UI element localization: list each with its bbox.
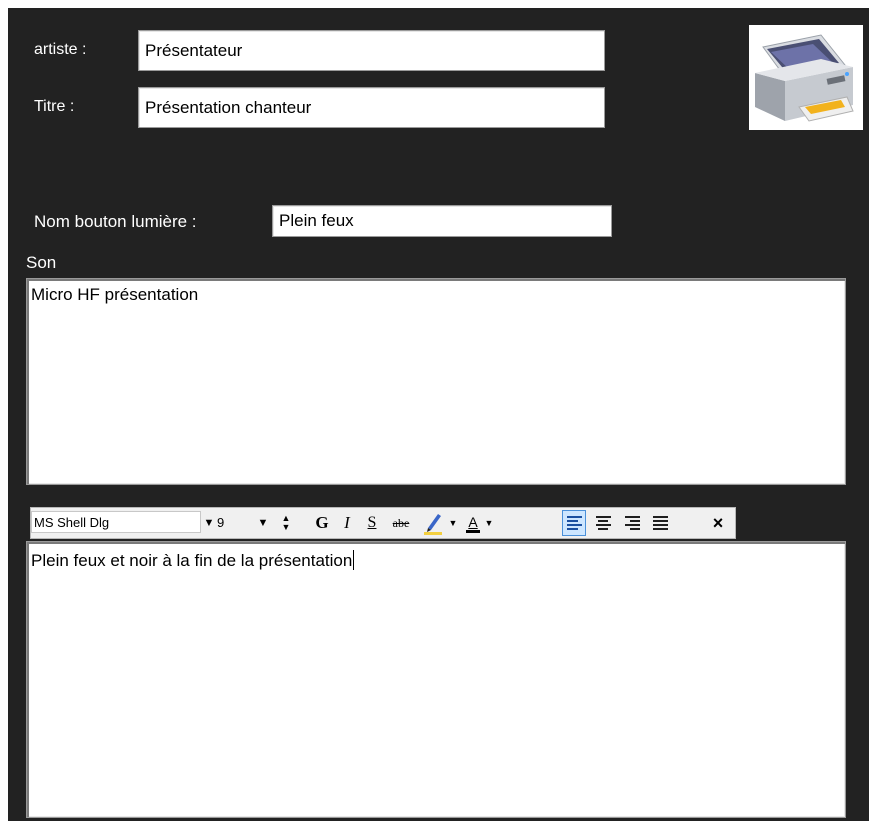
text-color-dropdown-icon[interactable]: ▼ <box>483 508 495 538</box>
bold-button[interactable]: G <box>311 508 333 538</box>
font-name-dropdown-icon[interactable]: ▼ <box>203 508 215 538</box>
notes-text: Plein feux et noir à la fin de la présen… <box>31 551 353 570</box>
font-name-select[interactable]: MS Shell Dlg <box>31 511 201 533</box>
notes-editor[interactable]: Plein feux et noir à la fin de la présen… <box>26 541 846 818</box>
formatting-toolbar: MS Shell Dlg ▼ 9 ▼ ▲ ▼ G I S abe ▼ A ▼ × <box>30 507 736 539</box>
font-size-spin-icon[interactable]: ▲ ▼ <box>279 508 293 538</box>
text-cursor <box>353 550 355 570</box>
align-right-icon <box>624 516 640 530</box>
align-center-icon <box>595 516 611 530</box>
font-size-dropdown-icon[interactable]: ▼ <box>257 508 269 538</box>
light-button-label: Nom bouton lumière : <box>34 212 197 231</box>
light-button-input[interactable]: Plein feux <box>272 205 612 237</box>
underline-button[interactable]: S <box>361 508 383 538</box>
align-left-icon <box>566 516 582 530</box>
highlight-button[interactable] <box>419 508 447 538</box>
text-color-glyph: A <box>468 513 478 530</box>
italic-button[interactable]: I <box>336 508 358 538</box>
justify-button[interactable] <box>648 508 672 538</box>
highlighter-icon <box>424 514 442 535</box>
printer-icon <box>755 34 854 122</box>
text-color-button[interactable]: A <box>463 508 483 538</box>
font-size-select[interactable]: 9 <box>215 511 249 533</box>
align-center-button[interactable] <box>591 508 615 538</box>
sound-label: Son <box>26 253 57 272</box>
justify-icon <box>652 516 668 530</box>
sound-text: Micro HF présentation <box>31 285 199 304</box>
align-left-button[interactable] <box>562 510 586 536</box>
title-input[interactable]: Présentation chanteur <box>138 87 605 128</box>
title-label: Titre : <box>34 98 75 115</box>
sound-textarea[interactable]: Micro HF présentation <box>26 278 846 485</box>
align-right-button[interactable] <box>620 508 644 538</box>
printer-button[interactable] <box>749 25 863 130</box>
clear-format-button[interactable]: × <box>707 508 729 538</box>
artist-label: artiste : <box>34 41 87 58</box>
highlight-dropdown-icon[interactable]: ▼ <box>447 508 459 538</box>
font-size-value: 9 <box>217 514 225 530</box>
strikethrough-button[interactable]: abe <box>387 508 415 538</box>
font-name-value: MS Shell Dlg <box>34 514 110 530</box>
artist-input[interactable]: Présentateur <box>138 30 605 71</box>
